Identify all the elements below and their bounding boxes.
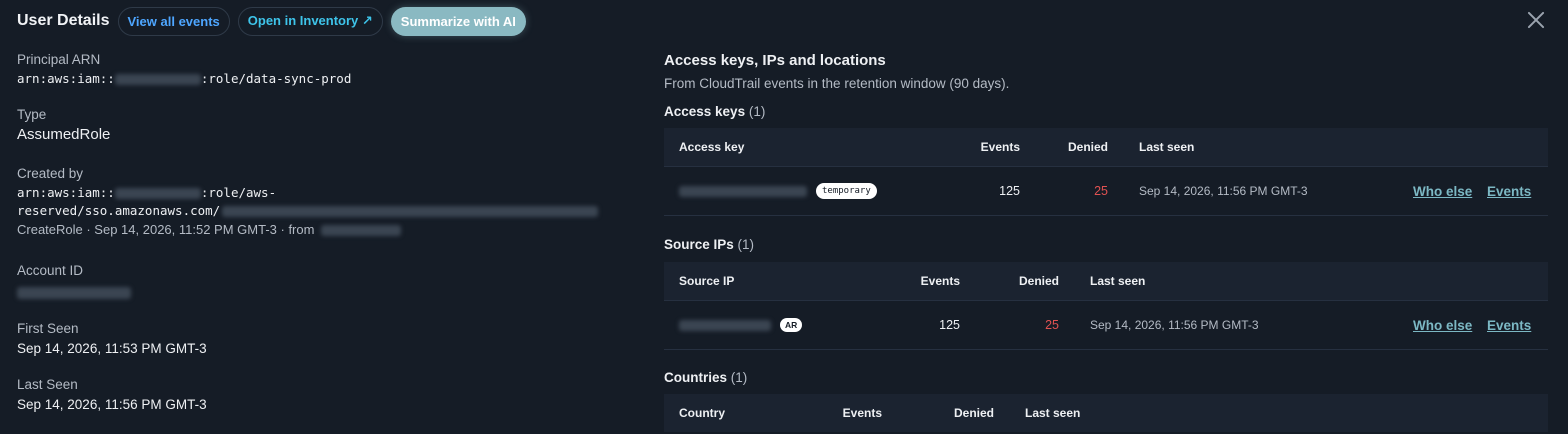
events-count: 125 xyxy=(999,184,1020,198)
first-seen-label: First Seen xyxy=(17,321,79,336)
countries-count: (1) xyxy=(730,370,748,385)
principal-arn-suffix: :role/data-sync-prod xyxy=(200,71,352,86)
col-denied: Denied xyxy=(1067,140,1108,154)
principal-arn-label: Principal ARN xyxy=(17,52,101,67)
col-events: Events xyxy=(980,140,1020,154)
countries-header: Country Events Denied Last seen xyxy=(664,394,1548,432)
account-id-label: Account ID xyxy=(17,263,84,278)
summarize-with-ai-button[interactable]: Summarize with AI xyxy=(390,6,526,36)
access-key-cell: temporary xyxy=(679,183,877,199)
col-denied: Denied xyxy=(953,406,994,420)
principal-arn-prefix: arn:aws:iam:: xyxy=(17,71,115,86)
view-all-events-button[interactable]: View all events xyxy=(117,6,230,36)
header-bar: User Details View all events Open in Inv… xyxy=(0,0,1568,42)
access-keys-count: (1) xyxy=(748,104,766,119)
access-keys-header: Access key Events Denied Last seen xyxy=(664,128,1548,166)
created-by-event-text: CreateRole · Sep 14, 2026, 11:52 PM GMT-… xyxy=(17,222,315,237)
table-row: AR 125 25 Sep 14, 2026, 11:56 PM GMT-3 W… xyxy=(664,300,1548,350)
col-country: Country xyxy=(679,406,725,420)
col-events: Events xyxy=(842,406,882,420)
denied-count: 25 xyxy=(1094,184,1108,198)
temporary-badge: temporary xyxy=(816,183,877,199)
access-keys-title-text: Access keys xyxy=(664,104,746,119)
access-keys-title: Access keys (1) xyxy=(664,104,765,119)
redacted-source-ip xyxy=(679,319,771,331)
redacted-account-id xyxy=(114,188,201,199)
type-field: Type AssumedRole xyxy=(17,107,110,143)
redacted-source-ip xyxy=(321,225,402,237)
source-ips-title-text: Source IPs xyxy=(664,237,734,252)
close-icon[interactable] xyxy=(1526,10,1546,30)
source-ips-count: (1) xyxy=(737,237,755,252)
last-seen-value: Sep 14, 2026, 11:56 PM GMT-3 xyxy=(1090,318,1259,332)
last-seen-value: Sep 14, 2026, 11:56 PM GMT-3 xyxy=(17,397,207,412)
events-link[interactable]: Events xyxy=(1487,318,1531,333)
account-id-field: Account ID xyxy=(17,263,131,302)
last-seen-field: Last Seen Sep 14, 2026, 11:56 PM GMT-3 xyxy=(17,377,207,412)
denied-count: 25 xyxy=(1045,318,1059,332)
countries-table: Country Events Denied Last seen xyxy=(664,394,1548,432)
col-last-seen: Last seen xyxy=(1025,406,1081,420)
col-last-seen: Last seen xyxy=(1090,274,1146,288)
col-last-seen: Last seen xyxy=(1139,140,1195,154)
source-ip-cell: AR xyxy=(679,318,803,333)
redacted-account-id-value xyxy=(17,286,131,299)
created-by-arn-line1: arn:aws:iam:::role/aws- xyxy=(17,185,637,200)
source-ips-header: Source IP Events Denied Last seen xyxy=(664,262,1548,300)
col-events: Events xyxy=(920,274,960,288)
redacted-access-key xyxy=(679,185,807,197)
created-by-arn-suffix: :role/aws- xyxy=(200,185,277,200)
page-title: User Details xyxy=(17,12,110,29)
principal-arn-value: arn:aws:iam:::role/data-sync-prod xyxy=(17,71,351,86)
last-seen-label: Last Seen xyxy=(17,377,78,392)
type-value: AssumedRole xyxy=(17,126,111,143)
created-by-event: CreateRole · Sep 14, 2026, 11:52 PM GMT-… xyxy=(17,222,637,237)
col-denied: Denied xyxy=(1018,274,1059,288)
source-ips-table: Source IP Events Denied Last seen AR 125… xyxy=(664,262,1548,350)
who-else-link[interactable]: Who else xyxy=(1413,184,1472,199)
type-label: Type xyxy=(17,107,47,122)
col-access-key: Access key xyxy=(679,140,745,154)
access-section-title: Access keys, IPs and locations xyxy=(664,52,886,69)
principal-arn-field: Principal ARN arn:aws:iam:::role/data-sy… xyxy=(17,52,351,86)
countries-title-text: Countries xyxy=(664,370,728,385)
col-source-ip: Source IP xyxy=(679,274,735,288)
created-by-label: Created by xyxy=(17,166,84,181)
events-link[interactable]: Events xyxy=(1487,184,1531,199)
source-ips-title: Source IPs (1) xyxy=(664,237,754,252)
countries-title: Countries (1) xyxy=(664,370,747,385)
events-count: 125 xyxy=(939,318,960,332)
access-section-description: From CloudTrail events in the retention … xyxy=(664,76,1010,91)
first-seen-field: First Seen Sep 14, 2026, 11:53 PM GMT-3 xyxy=(17,321,207,356)
last-seen-value: Sep 14, 2026, 11:56 PM GMT-3 xyxy=(1139,184,1308,198)
created-by-arn-prefix: arn:aws:iam:: xyxy=(17,185,115,200)
who-else-link[interactable]: Who else xyxy=(1413,318,1472,333)
redacted-session-name xyxy=(222,206,599,217)
access-keys-table: Access key Events Denied Last seen tempo… xyxy=(664,128,1548,216)
created-by-arn-path: reserved/sso.amazonaws.com/ xyxy=(17,203,221,218)
first-seen-value: Sep 14, 2026, 11:53 PM GMT-3 xyxy=(17,341,207,356)
created-by-field: Created by arn:aws:iam:::role/aws- reser… xyxy=(17,166,637,237)
table-row: temporary 125 25 Sep 14, 2026, 11:56 PM … xyxy=(664,166,1548,216)
created-by-arn-line2: reserved/sso.amazonaws.com/ xyxy=(17,203,637,218)
country-badge: AR xyxy=(780,318,803,333)
open-in-inventory-button[interactable]: Open in Inventory ↗ xyxy=(237,6,383,36)
redacted-account-id xyxy=(114,74,201,85)
